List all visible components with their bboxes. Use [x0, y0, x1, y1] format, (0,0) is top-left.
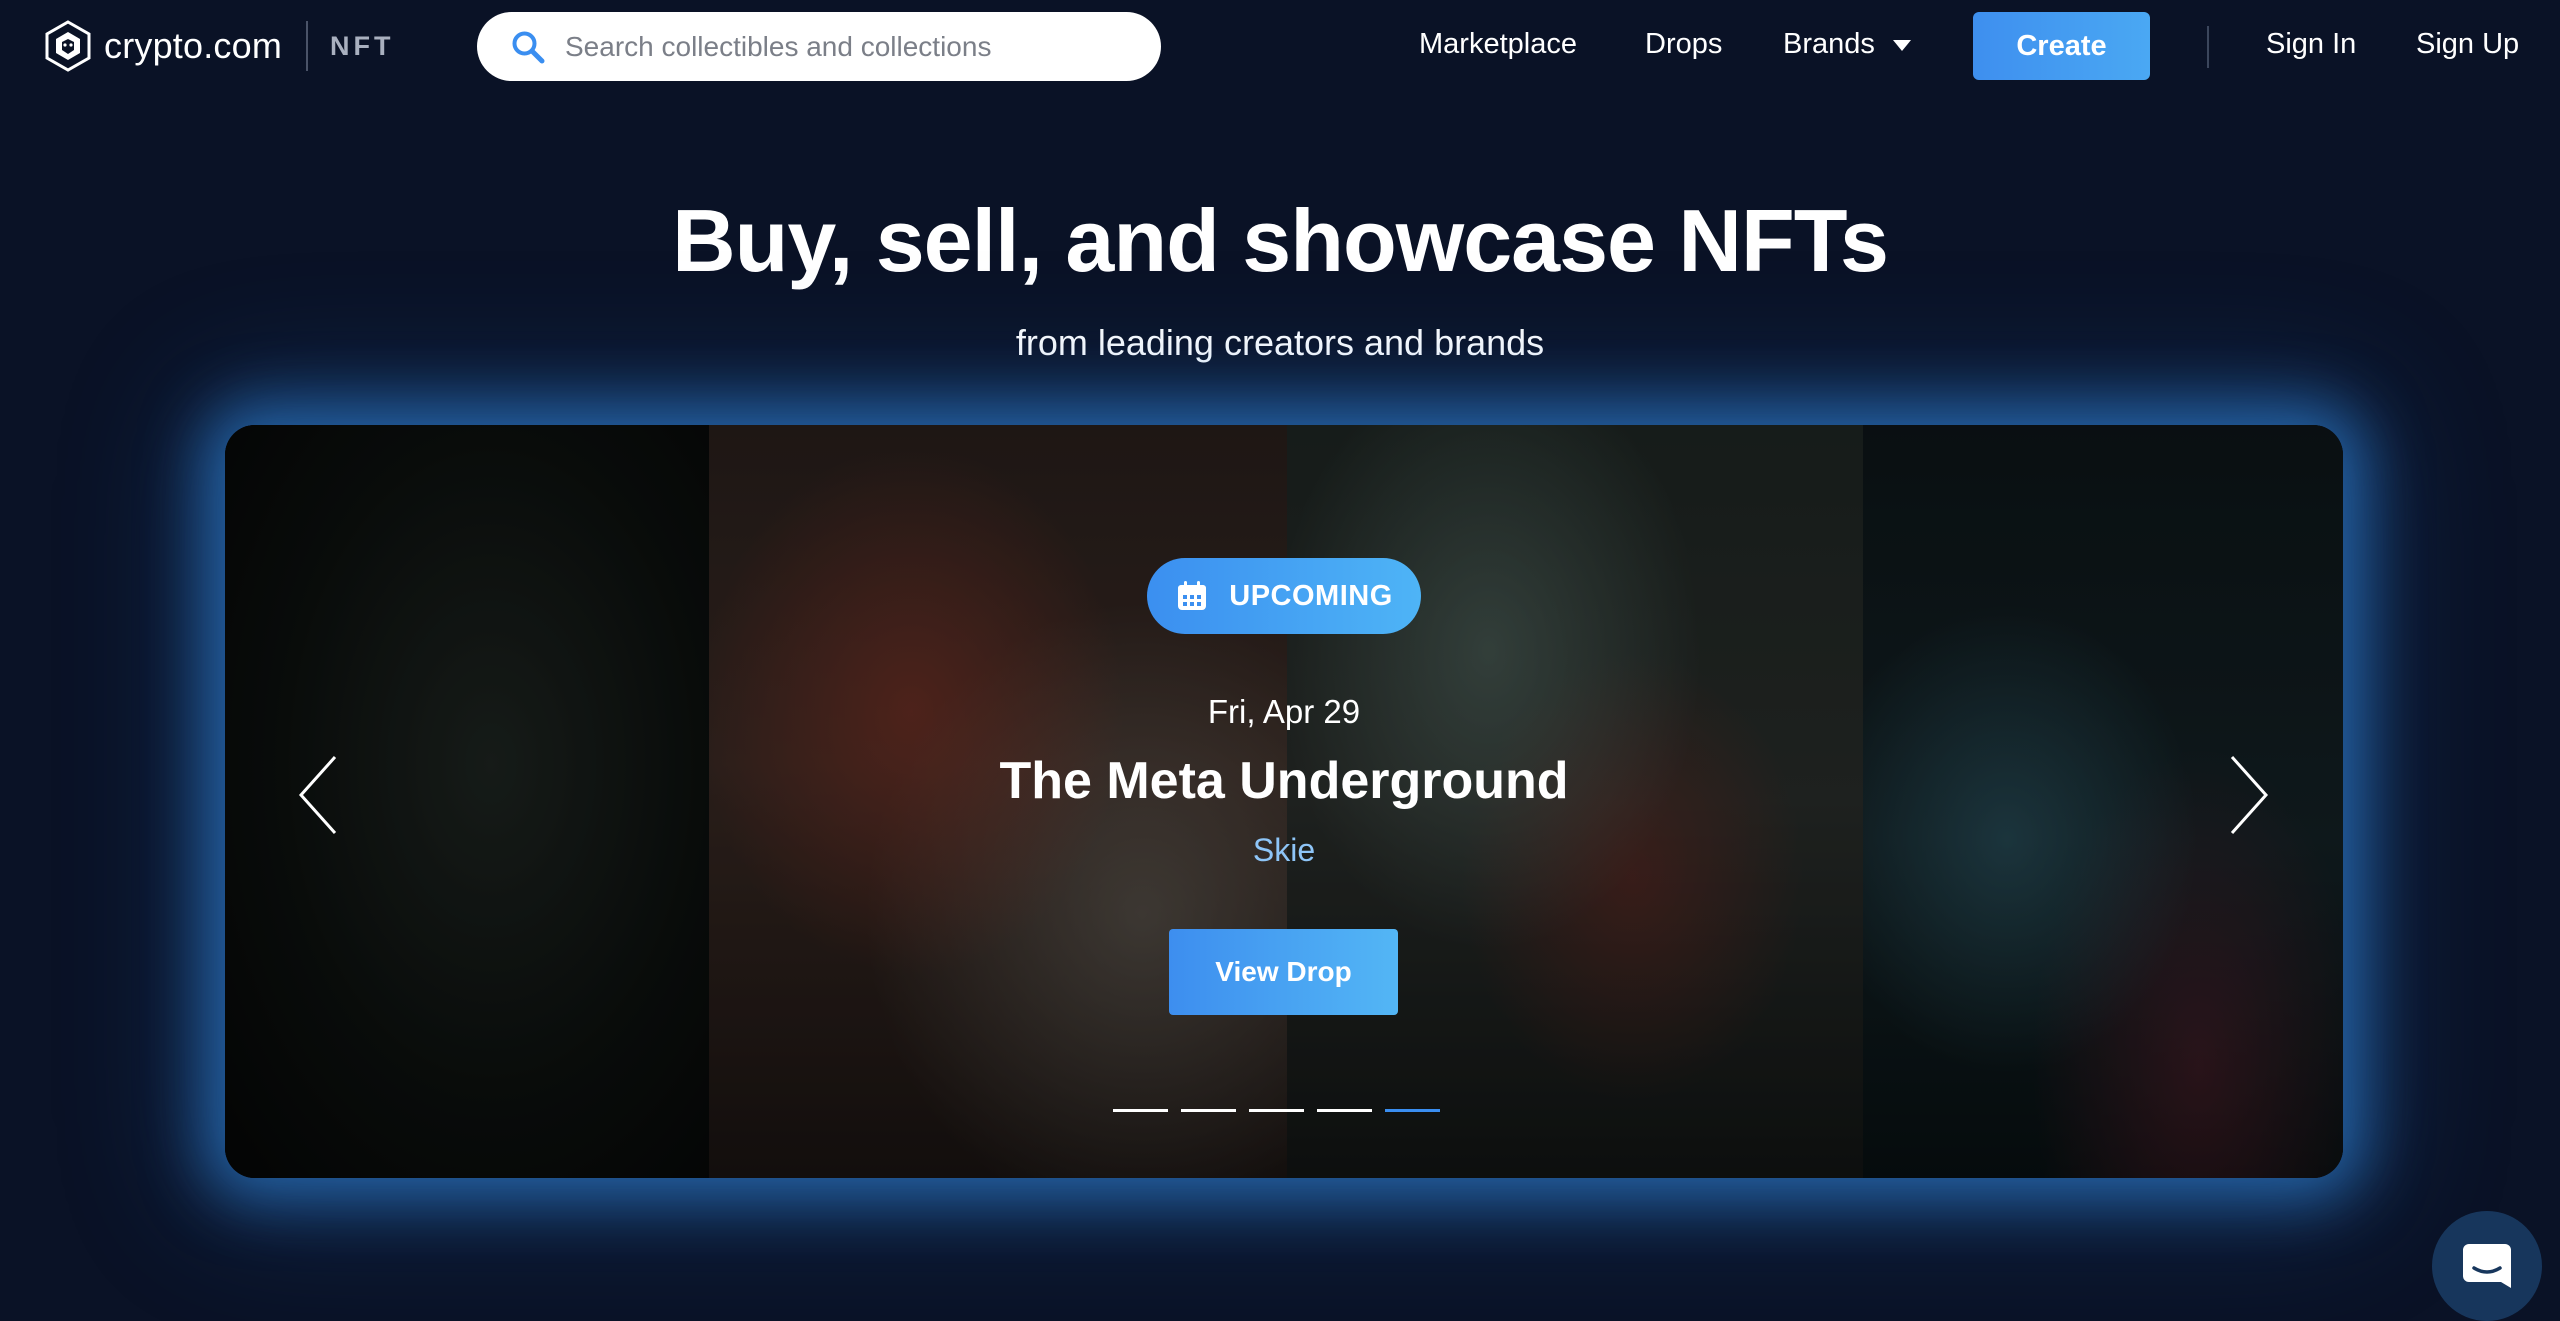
calendar-icon: [1178, 581, 1207, 610]
carousel-dot[interactable]: [1113, 1109, 1168, 1112]
carousel-dot-active[interactable]: [1385, 1109, 1440, 1112]
create-button[interactable]: Create: [1973, 12, 2150, 80]
crypto-lion-icon: [45, 20, 91, 72]
upcoming-badge: UPCOMING: [1147, 558, 1421, 634]
chevron-left-icon[interactable]: [295, 753, 341, 837]
nav-drops[interactable]: Drops: [1645, 28, 1722, 61]
carousel-dot[interactable]: [1249, 1109, 1304, 1112]
search-input[interactable]: [563, 29, 1127, 64]
logo[interactable]: crypto.com NFT: [44, 18, 395, 74]
logo-suffix: NFT: [330, 30, 395, 61]
hero-subtitle: from leading creators and brands: [1015, 322, 1545, 363]
sign-in-link[interactable]: Sign In: [2266, 28, 2356, 61]
carousel-pagination: [1113, 1109, 1453, 1112]
logo-divider: [306, 21, 309, 71]
view-drop-button[interactable]: View Drop: [1169, 929, 1398, 1015]
featured-drop-carousel: UPCOMING Fri, Apr 29 The Meta Undergroun…: [225, 425, 2343, 1178]
sign-up-link[interactable]: Sign Up: [2416, 28, 2519, 61]
caret-down-icon: [1892, 40, 1911, 51]
chat-launcher-button[interactable]: [2432, 1211, 2542, 1321]
logo-text: crypto.com: [104, 25, 283, 66]
chat-icon: [2463, 1244, 2511, 1288]
header-divider: [2207, 26, 2209, 68]
search-bar[interactable]: [477, 12, 1161, 81]
nav-brands-label: Brands: [1783, 28, 1875, 60]
top-navigation-bar: crypto.com NFT Marketplace Drops Brands …: [0, 0, 2560, 94]
search-icon: [512, 31, 545, 63]
drop-date: Fri, Apr 29: [1207, 693, 1361, 730]
nav-brands-dropdown[interactable]: Brands: [1783, 28, 1911, 61]
carousel-dot[interactable]: [1317, 1109, 1372, 1112]
carousel-dot[interactable]: [1181, 1109, 1236, 1112]
hero-title: Buy, sell, and showcase NFTs: [672, 191, 1889, 290]
drop-creator[interactable]: Skie: [225, 832, 2343, 869]
badge-label: UPCOMING: [1229, 579, 1393, 612]
chevron-right-icon[interactable]: [2226, 753, 2272, 837]
nav-marketplace[interactable]: Marketplace: [1419, 28, 1577, 61]
drop-title: The Meta Underground: [999, 752, 1569, 810]
